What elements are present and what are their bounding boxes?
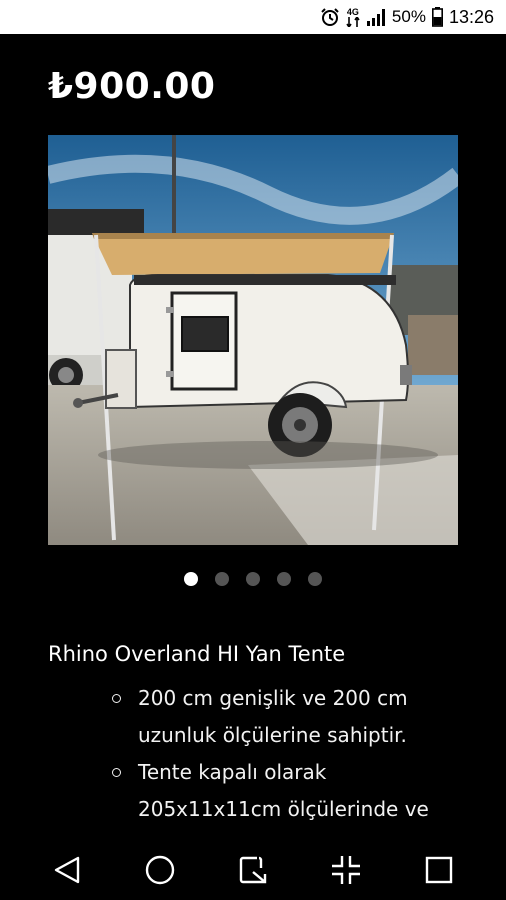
alarm-icon xyxy=(320,7,340,27)
navigation-bar xyxy=(0,840,506,900)
battery-percent: 50% xyxy=(391,7,426,26)
back-icon[interactable] xyxy=(43,846,91,894)
status-bar: 4G 50% 13:26 xyxy=(0,0,506,34)
signal-icon xyxy=(366,8,386,26)
carousel-dot[interactable] xyxy=(277,572,291,586)
carousel-dot[interactable] xyxy=(184,572,198,586)
home-icon[interactable] xyxy=(136,846,184,894)
carousel-dot[interactable] xyxy=(308,572,322,586)
carousel-dot[interactable] xyxy=(215,572,229,586)
product-title: Rhino Overland HI Yan Tente xyxy=(48,642,346,666)
recents-icon[interactable] xyxy=(415,846,463,894)
carousel-indicator[interactable] xyxy=(0,572,506,588)
network-4g-icon: 4G xyxy=(346,6,360,27)
feature-item: Tente kapalı olarak 205x11x11cm ölçüleri… xyxy=(112,754,472,828)
battery-icon xyxy=(431,7,443,27)
carousel-dot[interactable] xyxy=(246,572,260,586)
network-badge: 4G xyxy=(346,6,359,17)
teardrop-trailer-illustration xyxy=(48,135,458,545)
screenshot-icon[interactable] xyxy=(229,846,277,894)
clock: 13:26 xyxy=(448,6,494,27)
product-price: ₺900.00 xyxy=(48,66,216,107)
feature-list: 200 cm genişlik ve 200 cm uzunluk ölçüle… xyxy=(112,680,472,828)
product-photo[interactable] xyxy=(48,135,458,545)
feature-item: 200 cm genişlik ve 200 cm uzunluk ölçüle… xyxy=(112,680,472,754)
fullscreen-icon[interactable] xyxy=(322,846,370,894)
